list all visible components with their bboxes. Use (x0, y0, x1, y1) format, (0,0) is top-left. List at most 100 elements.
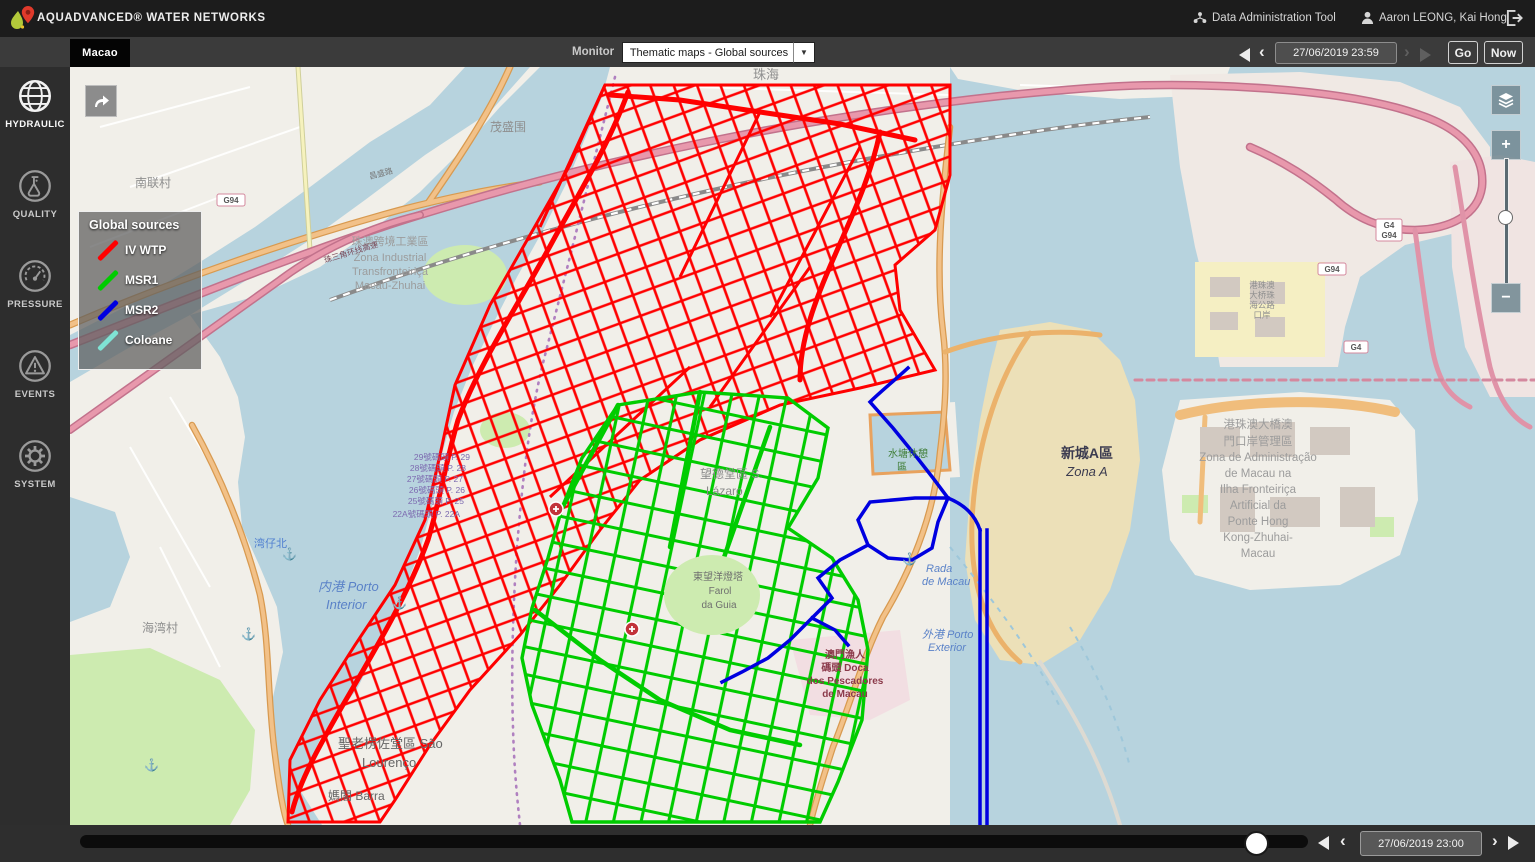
now-button[interactable]: Now (1484, 41, 1523, 64)
map-back-button[interactable] (85, 85, 117, 117)
legend-item-msr2: MSR2 (79, 296, 201, 326)
timeline-step-first-button[interactable] (1318, 836, 1329, 850)
svg-text:27號碼頭 P. 27: 27號碼頭 P. 27 (407, 474, 463, 484)
svg-text:茂盛围: 茂盛围 (490, 119, 526, 134)
svg-text:25號碼頭 P. 25: 25號碼頭 P. 25 (408, 496, 464, 506)
svg-text:望德堂區 S.: 望德堂區 S. (700, 466, 763, 481)
sidebar-item-quality[interactable]: QUALITY (0, 157, 70, 247)
svg-text:26號碼頭 P. 26: 26號碼頭 P. 26 (409, 485, 465, 495)
timeline-step-last-button[interactable] (1508, 836, 1519, 850)
datetime-field[interactable]: 27/06/2019 23:59 (1275, 42, 1397, 64)
svg-text:湾仔北: 湾仔北 (254, 536, 287, 550)
gear-icon (15, 436, 55, 476)
tab-macao[interactable]: Macao (70, 39, 130, 67)
svg-text:da Guia: da Guia (701, 600, 736, 611)
svg-text:Lázaro: Lázaro (706, 484, 743, 498)
app-window: AQUADVANCED® WATER NETWORKS Data Adminis… (0, 0, 1535, 862)
zoom-slider-knob[interactable] (1498, 210, 1513, 225)
sidebar-label: SYSTEM (14, 479, 55, 490)
logout-button[interactable] (1505, 9, 1524, 27)
sidebar-item-hydraulic[interactable]: HYDRAULIC (0, 67, 70, 157)
map-canvas[interactable]: ⚓ ⚓ ⚓ ⚓ ⚓ 珠海 南联村 茂盛围 珠澳跨境工業區 Zona Indust… (70, 67, 1535, 825)
sidebar-label: QUALITY (13, 209, 58, 220)
svg-text:媽閣 Barra: 媽閣 Barra (328, 789, 385, 803)
timeline-step-back-button[interactable]: ‹ (1340, 832, 1346, 849)
timeline-track[interactable] (80, 835, 1308, 848)
warning-icon (15, 346, 55, 386)
svg-text:内港 Porto: 内港 Porto (318, 579, 379, 594)
svg-text:Lourenço: Lourenço (362, 755, 416, 770)
svg-text:澳門漁人: 澳門漁人 (825, 648, 866, 661)
svg-text:港珠澳: 港珠澳 (1249, 280, 1275, 290)
sidebar-label: HYDRAULIC (5, 119, 65, 130)
svg-text:Zona A: Zona A (1065, 464, 1107, 479)
data-admin-icon (1193, 11, 1207, 25)
datetime-step-back-button[interactable]: ‹ (1259, 43, 1265, 60)
legend-swatch-ivwtp (97, 240, 119, 262)
datetime-step-forward-button[interactable]: › (1404, 43, 1410, 60)
go-button[interactable]: Go (1448, 41, 1478, 64)
svg-text:聖老楞佐堂區 São: 聖老楞佐堂區 São (338, 736, 443, 751)
svg-text:Ponte Hong: Ponte Hong (1228, 516, 1289, 528)
svg-text:珠海: 珠海 (753, 67, 779, 82)
svg-text:海湾村: 海湾村 (142, 620, 178, 635)
datetime-step-first-button[interactable] (1239, 48, 1250, 62)
svg-text:Farol: Farol (709, 586, 732, 597)
svg-text:Zona Industrial: Zona Industrial (354, 252, 427, 264)
user-icon (1361, 11, 1374, 25)
svg-text:港珠澳大橋澳: 港珠澳大橋澳 (1224, 417, 1293, 431)
user-name: Aaron LEONG, Kai Hong (1379, 12, 1507, 24)
svg-text:de Macau: de Macau (922, 576, 970, 588)
svg-text:Rada: Rada (926, 563, 952, 575)
sidebar-item-pressure[interactable]: PRESSURE (0, 247, 70, 337)
zoom-in-button[interactable]: + (1491, 130, 1521, 160)
data-admin-label: Data Administration Tool (1212, 12, 1336, 24)
svg-text:Transfronteiriça: Transfronteiriça (352, 266, 429, 278)
svg-text:Macau-Zhuhai: Macau-Zhuhai (355, 280, 425, 292)
timeline-knob[interactable] (1244, 831, 1269, 856)
legend-item-msr1: MSR1 (79, 266, 201, 296)
svg-text:海公路: 海公路 (1249, 300, 1275, 310)
toolbar: Macao Monitor Thematic maps - Global sou… (0, 37, 1535, 67)
thematic-map-select[interactable]: Thematic maps - Global sources (622, 42, 796, 63)
legend-item-ivwtp: IV WTP (79, 236, 201, 266)
timeline-datetime-field[interactable]: 27/06/2019 23:00 (1360, 831, 1482, 856)
svg-text:門口岸管理區: 門口岸管理區 (1224, 434, 1293, 448)
svg-text:28號碼頭 P. 28: 28號碼頭 P. 28 (410, 463, 466, 473)
svg-text:水塘休憩: 水塘休憩 (888, 447, 928, 460)
svg-text:de Macau na: de Macau na (1225, 468, 1292, 480)
svg-text:南联村: 南联村 (135, 175, 171, 190)
svg-text:Kong-Zhuhai-: Kong-Zhuhai- (1223, 532, 1293, 544)
user-menu[interactable]: Aaron LEONG, Kai Hong (1361, 11, 1507, 25)
timeline-bar: ‹ 27/06/2019 23:00 › (0, 825, 1535, 862)
legend-swatch-msr1 (97, 270, 119, 292)
thematic-map-select-arrow[interactable]: ▼ (793, 42, 815, 63)
sidebar-label: PRESSURE (7, 299, 62, 310)
zoom-out-button[interactable]: − (1491, 283, 1521, 313)
svg-text:de Macau: de Macau (822, 689, 868, 700)
layers-button[interactable] (1491, 85, 1521, 115)
svg-text:⚓: ⚓ (902, 552, 917, 566)
datetime-step-last-button[interactable] (1420, 48, 1431, 62)
app-title: AQUADVANCED® WATER NETWORKS (37, 12, 266, 24)
svg-text:大桥珠: 大桥珠 (1249, 290, 1275, 300)
sidebar-item-events[interactable]: EVENTS (0, 337, 70, 427)
svg-text:口岸: 口岸 (1253, 310, 1271, 320)
svg-text:⚓: ⚓ (392, 596, 407, 610)
sidebar-item-system[interactable]: SYSTEM (0, 427, 70, 517)
svg-text:29號碼頭 P. 29: 29號碼頭 P. 29 (414, 452, 470, 462)
timeline-step-forward-button[interactable]: › (1492, 832, 1498, 849)
gauge-icon (15, 256, 55, 296)
layers-icon (1497, 91, 1515, 109)
svg-text:Macau: Macau (1241, 548, 1276, 560)
svg-text:G94: G94 (1381, 231, 1397, 240)
svg-text:區: 區 (897, 461, 907, 473)
svg-text:⚓: ⚓ (144, 758, 159, 772)
svg-text:G4: G4 (1384, 221, 1395, 230)
svg-text:碼頭 Doca: 碼頭 Doca (820, 662, 869, 674)
svg-text:東望洋燈塔: 東望洋燈塔 (693, 570, 743, 583)
data-administration-tool-link[interactable]: Data Administration Tool (1193, 11, 1336, 25)
svg-text:Zona de Administração: Zona de Administração (1199, 452, 1317, 464)
back-arrow-icon (91, 91, 111, 111)
legend-swatch-msr2 (97, 300, 119, 322)
